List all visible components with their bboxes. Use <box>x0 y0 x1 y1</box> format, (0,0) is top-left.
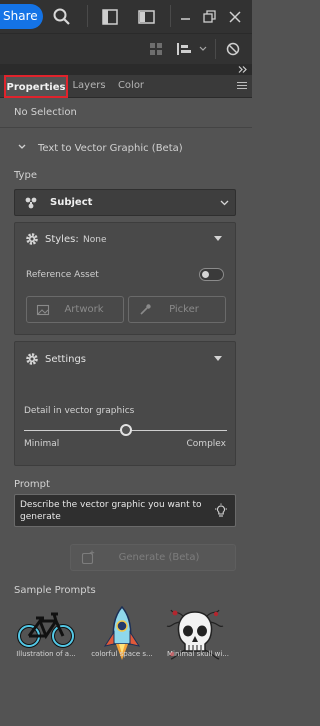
styles-value: None <box>83 235 107 245</box>
grid-align-icon[interactable] <box>150 43 162 55</box>
sample-prompts-label: Sample Prompts <box>14 585 96 596</box>
subject-icon <box>25 197 37 209</box>
prompt-input[interactable]: Describe the vector graphic you want to … <box>14 494 236 527</box>
prompt-placeholder: Describe the vector graphic you want to … <box>20 500 202 522</box>
tab-color[interactable]: Color <box>112 75 150 98</box>
type-selected-value: Subject <box>50 197 93 208</box>
sample-prompt-caption[interactable]: Minimal skull wi... <box>166 650 230 658</box>
no-symbol-icon[interactable] <box>226 42 240 56</box>
toolbar-divider <box>87 5 88 27</box>
type-dropdown[interactable]: Subject <box>14 189 236 216</box>
eyedropper-icon <box>140 304 151 315</box>
generate-button[interactable]: Generate (Beta) <box>70 544 236 571</box>
detail-min-label: Minimal <box>24 439 60 449</box>
divider <box>0 127 252 128</box>
generate-icon <box>81 550 95 565</box>
prompt-label: Prompt <box>14 479 50 490</box>
secondary-toolbar <box>0 33 252 64</box>
detail-slider-thumb[interactable] <box>119 424 132 436</box>
settings-panel: Settings Detail in vector graphics Minim… <box>14 341 236 466</box>
double-chevron-right-icon[interactable] <box>238 66 248 73</box>
artwork-icon <box>36 304 50 316</box>
chevron-down-icon[interactable] <box>18 144 26 150</box>
tab-properties[interactable]: Properties <box>4 75 68 98</box>
chevron-down-icon[interactable] <box>199 46 207 52</box>
restore-icon[interactable] <box>200 7 220 27</box>
gear-icon <box>26 233 38 245</box>
chevron-down-icon <box>220 200 229 206</box>
styles-label: Styles: <box>45 234 79 245</box>
reference-asset-label: Reference Asset <box>26 270 99 280</box>
search-icon[interactable] <box>52 7 72 27</box>
reference-asset-toggle[interactable] <box>199 268 224 281</box>
generate-button-label: Generate (Beta) <box>118 552 200 563</box>
top-toolbar: Share <box>0 0 252 33</box>
detail-label: Detail in vector graphics <box>24 406 135 416</box>
minimize-icon[interactable] <box>176 7 196 27</box>
toolbar-divider <box>170 5 171 27</box>
section-title[interactable]: Text to Vector Graphic (Beta) <box>38 143 183 154</box>
sample-prompt-caption[interactable]: Illustration of a... <box>14 650 78 658</box>
artwork-button[interactable]: Artwork <box>26 296 124 323</box>
detail-max-label: Complex <box>186 439 226 449</box>
styles-dropdown-caret[interactable] <box>214 236 222 241</box>
styles-panel: Styles: None Reference Asset Artwork Pic… <box>14 222 236 335</box>
tools-panel-icon[interactable] <box>100 7 120 27</box>
share-button[interactable]: Share <box>0 4 43 29</box>
picker-button-label: Picker <box>169 304 199 315</box>
selection-status: No Selection <box>14 107 77 118</box>
picker-button[interactable]: Picker <box>128 296 226 323</box>
gear-icon <box>26 353 38 365</box>
panel-layout-icon[interactable] <box>137 7 157 27</box>
artwork-button-label: Artwork <box>64 304 104 315</box>
settings-label: Settings <box>45 354 87 365</box>
lightbulb-icon[interactable] <box>214 503 228 519</box>
settings-dropdown-caret[interactable] <box>214 356 222 361</box>
close-icon[interactable] <box>225 7 245 27</box>
panel-collapse-bar[interactable] <box>0 64 252 75</box>
panel-menu-icon[interactable] <box>237 82 247 91</box>
toolbar-divider <box>215 39 216 59</box>
panel-tabs: Properties Layers Color <box>0 75 252 98</box>
arrange-icon[interactable] <box>176 42 192 56</box>
sample-prompt-caption[interactable]: colorful space s... <box>90 650 154 658</box>
type-label: Type <box>14 170 37 181</box>
tab-layers[interactable]: Layers <box>69 75 109 98</box>
